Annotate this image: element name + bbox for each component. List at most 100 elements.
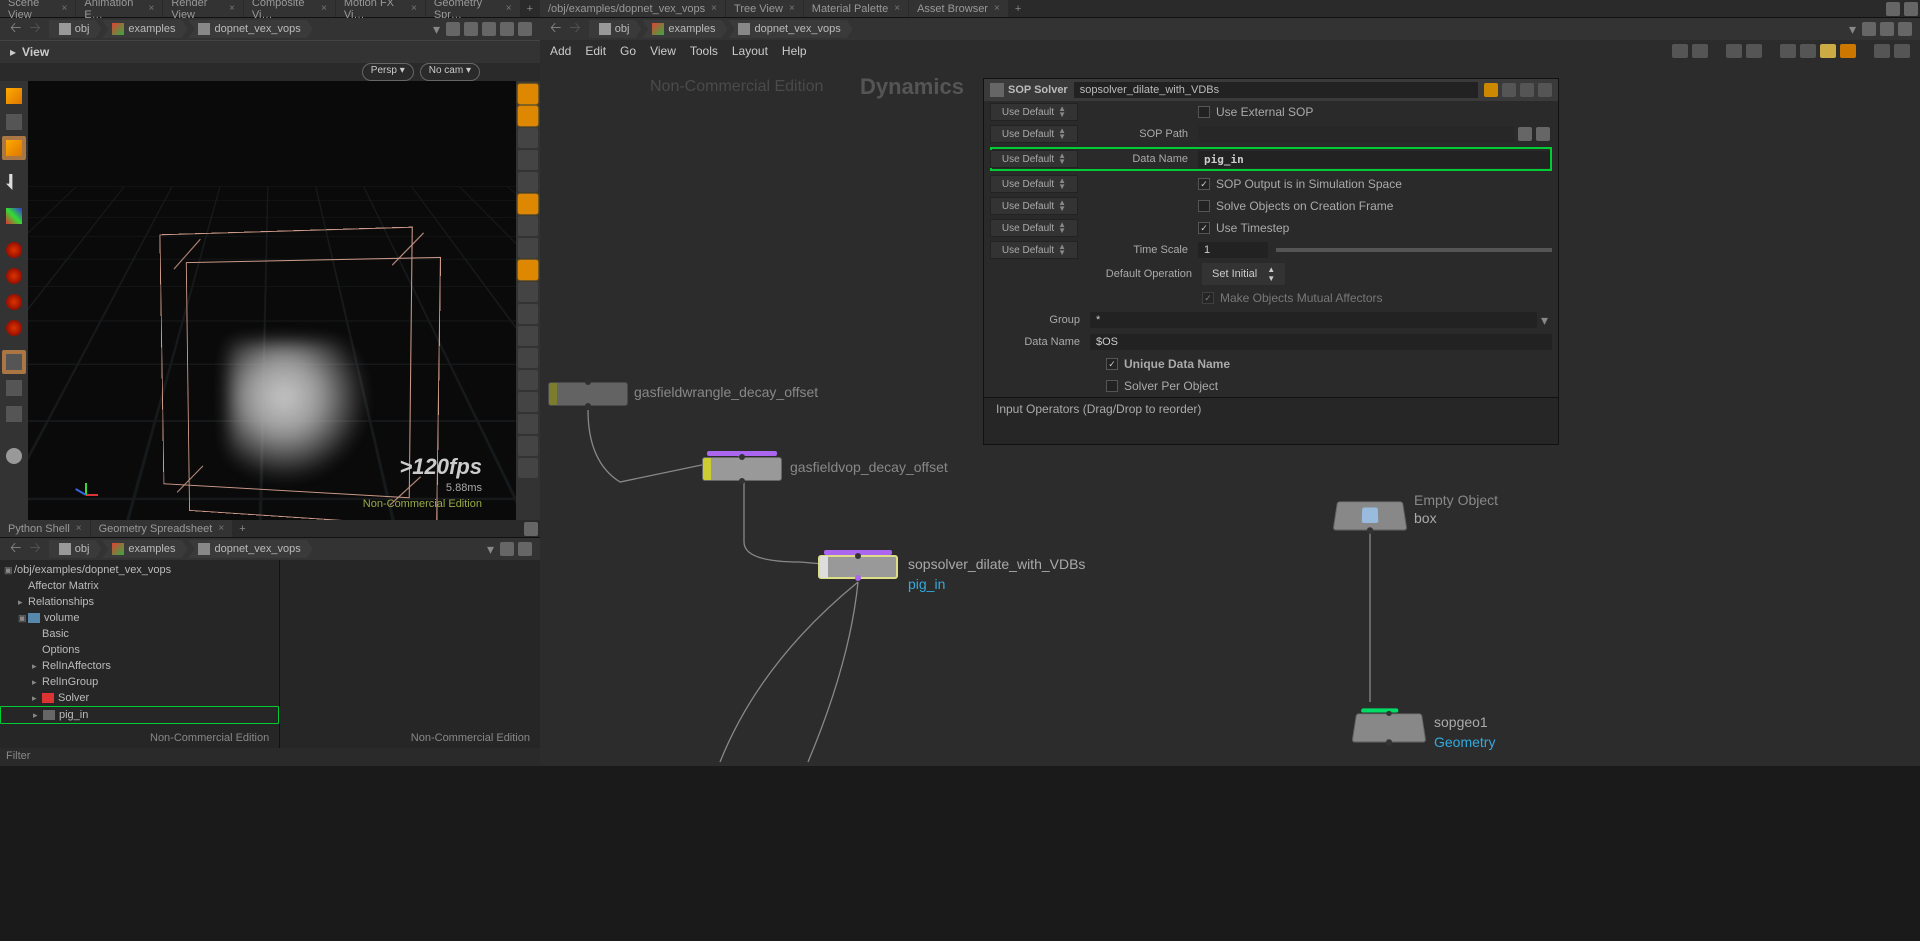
tab-python-shell[interactable]: Python Shell× xyxy=(0,520,90,537)
tab-matpal[interactable]: Material Palette× xyxy=(804,0,908,17)
field-sop-path[interactable] xyxy=(1198,126,1514,142)
net-fwd-icon[interactable]: 🡢 xyxy=(565,17,584,41)
tree-crumb-examples[interactable]: examples xyxy=(102,540,187,558)
check-mutual[interactable]: ✓ xyxy=(1202,292,1214,304)
rtool-lock-icon[interactable] xyxy=(518,128,538,148)
node-emptyobject[interactable] xyxy=(1333,501,1408,530)
net-crumb-examples[interactable]: examples xyxy=(642,20,727,38)
menu-icon-3[interactable] xyxy=(1726,44,1742,58)
tab-geo-spread[interactable]: Geometry Spr…× xyxy=(426,0,520,17)
rtool-17[interactable] xyxy=(518,436,538,456)
tool-stack[interactable] xyxy=(2,350,26,374)
rtool-9[interactable] xyxy=(518,260,538,280)
menu-icon-4[interactable] xyxy=(1746,44,1762,58)
menu-layout[interactable]: Layout xyxy=(732,44,768,58)
tab-scene-view[interactable]: Scene View× xyxy=(0,0,75,17)
cam-icon[interactable] xyxy=(482,22,496,36)
tree-drop-icon[interactable]: ▾ xyxy=(483,541,498,558)
tool-snap2[interactable] xyxy=(2,264,26,288)
default-toggle-6[interactable]: Use Default▲▼ xyxy=(990,219,1078,237)
link-icon[interactable] xyxy=(464,22,478,36)
tab-add[interactable]: + xyxy=(521,0,539,17)
tool-arrow[interactable] xyxy=(2,170,26,194)
field-data-name2[interactable]: $OS xyxy=(1090,334,1552,350)
param-name-field[interactable]: sopsolver_dilate_with_VDBs xyxy=(1074,82,1478,98)
tool-stack2[interactable] xyxy=(2,376,26,400)
crumb-dopnet[interactable]: dopnet_vex_vops xyxy=(188,20,312,38)
menu-add[interactable]: Add xyxy=(550,44,571,58)
tree-back-icon[interactable]: 🡠 xyxy=(6,537,25,561)
help-icon[interactable] xyxy=(1520,83,1534,97)
menu-icon-1[interactable] xyxy=(1672,44,1688,58)
tab-asset[interactable]: Asset Browser× xyxy=(909,0,1008,17)
tree-fwd-icon[interactable]: 🡢 xyxy=(25,537,44,561)
check-use-external[interactable] xyxy=(1198,106,1210,118)
expand-icon[interactable] xyxy=(518,22,532,36)
tab-netpath[interactable]: /obj/examples/dopnet_vex_vops× xyxy=(540,0,725,17)
field-group[interactable]: * xyxy=(1090,312,1537,328)
rtool-13[interactable] xyxy=(518,348,538,368)
tree-crumb-dopnet[interactable]: dopnet_vex_vops xyxy=(188,540,312,558)
check-use-timestep[interactable]: ✓ xyxy=(1198,222,1210,234)
check-solver-per[interactable] xyxy=(1106,380,1118,392)
rtool-10[interactable] xyxy=(518,282,538,302)
persp-button[interactable]: Persp ▾ xyxy=(362,63,414,81)
viewport-3d[interactable]: >120fps 5.88ms Non-Commercial Edition xyxy=(28,81,516,520)
script-icon[interactable] xyxy=(1502,83,1516,97)
check-unique[interactable]: ✓ xyxy=(1106,358,1118,370)
tree-solver[interactable]: ▸Solver xyxy=(0,690,279,706)
net-crumb-dopnet[interactable]: dopnet_vex_vops xyxy=(728,20,852,38)
info-icon[interactable] xyxy=(1894,44,1910,58)
net-drop-icon[interactable]: ▾ xyxy=(1845,21,1860,38)
rtool-14[interactable] xyxy=(518,370,538,390)
view-mode-icon[interactable] xyxy=(500,22,514,36)
tree-pin-icon[interactable] xyxy=(500,542,514,556)
rtool-8[interactable] xyxy=(518,238,538,258)
tool-snap3[interactable] xyxy=(2,290,26,314)
check-solve-creation[interactable] xyxy=(1198,200,1210,212)
tree-volume[interactable]: ▣volume xyxy=(0,610,279,626)
tool-snap4[interactable] xyxy=(2,316,26,340)
rtool-12[interactable] xyxy=(518,326,538,346)
net-globe-icon[interactable] xyxy=(1898,22,1912,36)
menu-go[interactable]: Go xyxy=(620,44,636,58)
rtool-16[interactable] xyxy=(518,414,538,434)
tool-move[interactable] xyxy=(2,136,26,160)
pin-icon[interactable] xyxy=(446,22,460,36)
field-time-scale[interactable]: 1 xyxy=(1198,242,1268,258)
crumb-obj[interactable]: obj xyxy=(49,20,102,38)
tab-motionfx[interactable]: Motion FX Vi…× xyxy=(336,0,425,17)
tool-box[interactable] xyxy=(2,110,26,134)
tree-root[interactable]: ▣/obj/examples/dopnet_vex_vops xyxy=(0,562,279,578)
menu-icon-7[interactable] xyxy=(1820,44,1836,58)
net-link-icon[interactable] xyxy=(1880,22,1894,36)
net-pin-icon[interactable] xyxy=(1862,22,1876,36)
node-sopsolver[interactable] xyxy=(818,555,898,579)
rtool-7[interactable] xyxy=(518,216,538,236)
tree-basic[interactable]: Basic xyxy=(0,626,279,642)
tree-view[interactable]: ▣/obj/examples/dopnet_vex_vops Affector … xyxy=(0,560,280,748)
tree-relationships[interactable]: ▸Relationships xyxy=(0,594,279,610)
tool-rgb[interactable] xyxy=(2,204,26,228)
filter-bar[interactable]: Filter xyxy=(0,748,540,766)
tool-render[interactable] xyxy=(2,444,26,468)
tree-pigin[interactable]: ▸pig_in xyxy=(0,706,279,724)
field-data-name[interactable]: pig_in xyxy=(1198,151,1550,168)
rtool-11[interactable] xyxy=(518,304,538,324)
group-menu-icon[interactable]: ▾ xyxy=(1537,312,1552,329)
rtool-2[interactable] xyxy=(518,106,538,126)
info2-icon[interactable] xyxy=(1538,83,1552,97)
tree-link-icon[interactable] xyxy=(518,542,532,556)
default-toggle-7[interactable]: Use Default▲▼ xyxy=(990,241,1078,259)
sop-path-picker-icon[interactable] xyxy=(1518,127,1532,141)
tree-relingrp[interactable]: ▸RelInGroup xyxy=(0,674,279,690)
sop-path-jump-icon[interactable] xyxy=(1536,127,1550,141)
tool-stack3[interactable] xyxy=(2,402,26,426)
menu-icon-2[interactable] xyxy=(1692,44,1708,58)
menu-help[interactable]: Help xyxy=(782,44,807,58)
tab-treeview[interactable]: Tree View× xyxy=(726,0,803,17)
node-sopgeo[interactable] xyxy=(1352,713,1427,742)
default-toggle-2[interactable]: Use Default▲▼ xyxy=(990,125,1078,143)
menu-view[interactable]: View xyxy=(650,44,676,58)
tree-affector[interactable]: Affector Matrix xyxy=(0,578,279,594)
